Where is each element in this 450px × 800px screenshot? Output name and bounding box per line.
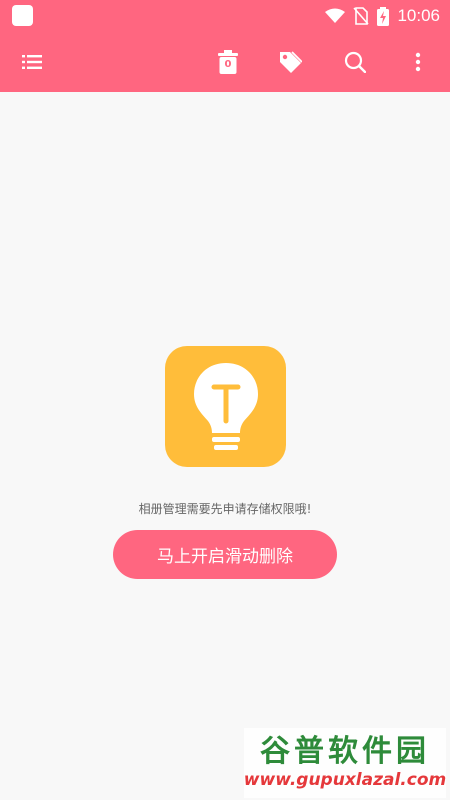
search-icon [344,51,366,73]
trash-icon: 0 [218,50,238,74]
trash-count: 0 [224,59,232,70]
search-button[interactable] [333,32,377,92]
permission-message: 相册管理需要先申请存储权限哦! [138,502,312,516]
status-bar: 10:06 [0,0,450,32]
trash-button[interactable]: 0 [206,32,250,92]
watermark-title: 谷普软件园 [260,734,430,769]
enable-swipe-delete-button[interactable]: 马上开启滑动删除 [113,530,337,579]
more-button[interactable] [396,32,440,92]
watermark: 谷普软件园 www.gupuxlazal.com [244,728,446,798]
status-indicators: 10:06 [325,0,440,32]
no-sim-icon [353,7,370,25]
more-vert-icon [415,52,421,72]
clock: 10:06 [397,6,440,25]
watermark-url: www.gupuxlazal.com [243,770,447,790]
tag-button[interactable] [268,32,312,92]
wifi-icon [325,8,346,23]
toolbar: 0 [0,32,450,92]
app-icon [12,5,33,26]
tag-icon [280,51,302,73]
menu-list-icon [22,55,42,69]
menu-button[interactable] [10,32,54,92]
battery-charging-icon [377,6,390,26]
lightbulb-icon [165,346,286,467]
